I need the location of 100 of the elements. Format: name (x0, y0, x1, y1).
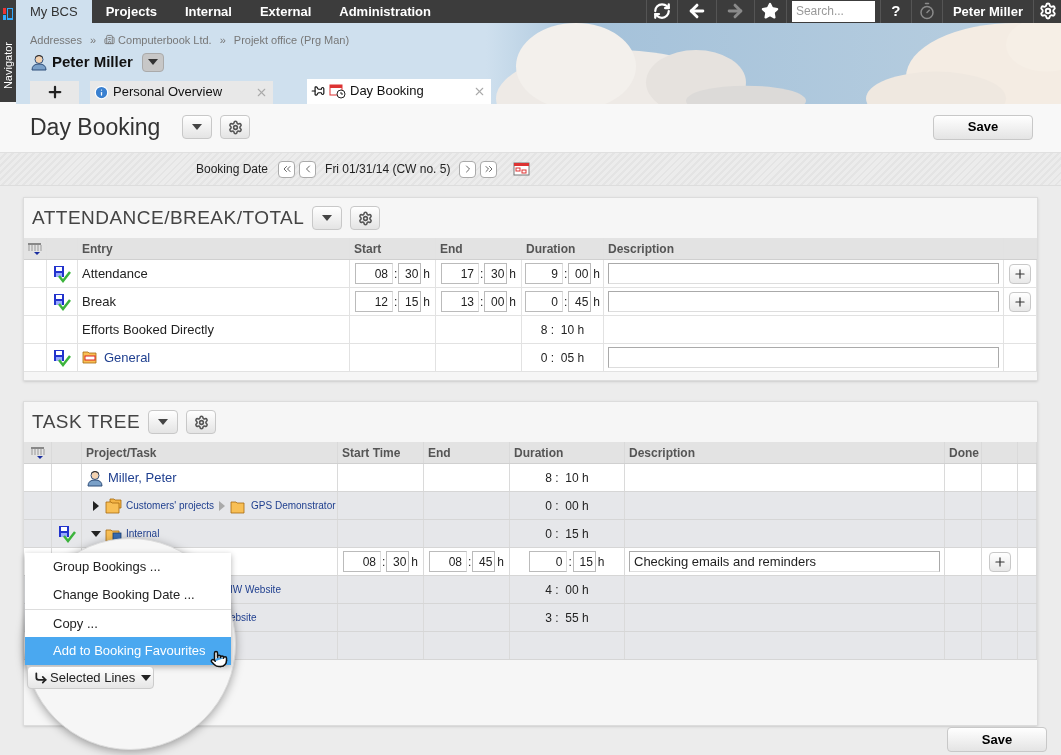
minutes-field[interactable]: 00 (568, 263, 592, 284)
table-row[interactable]: Miller, Peter 8 : 10 h (24, 464, 1037, 492)
hours-field[interactable]: 17 (441, 263, 479, 284)
plus-icon (1013, 294, 1027, 309)
minutes-field[interactable]: 00 (484, 291, 508, 312)
column-header: Project/Task (86, 444, 157, 462)
document-tab[interactable]: Personal Overview (90, 80, 273, 104)
info-icon (94, 84, 109, 100)
dropdown-button[interactable] (148, 410, 179, 434)
hours-field[interactable]: 9 (525, 263, 563, 284)
selected-lines-button[interactable]: Selected Lines (27, 666, 154, 689)
column-chooser-icon[interactable] (27, 241, 43, 256)
column-header: Description (608, 240, 674, 258)
save-check-icon (53, 348, 71, 367)
app-logo-icon (3, 8, 13, 20)
description-field[interactable] (608, 263, 999, 284)
page-title: Day Booking (30, 112, 161, 142)
save-button[interactable]: Save (947, 727, 1047, 752)
star-icon (761, 2, 780, 21)
unit-label: h (508, 293, 516, 311)
minutes-field[interactable]: 15 (572, 551, 596, 572)
description-field[interactable] (608, 347, 999, 368)
time-separator: : (468, 553, 472, 571)
duration-value: 4 : 00 h (545, 581, 589, 599)
tab-label: Personal Overview (113, 83, 223, 102)
calendar-icon[interactable] (513, 162, 531, 176)
dropdown-button[interactable] (312, 206, 343, 230)
hours-field[interactable]: 12 (355, 291, 393, 312)
caret-icon (147, 59, 158, 66)
save-check-icon (57, 524, 76, 543)
plus-icon (1013, 266, 1027, 281)
minutes-field[interactable]: 30 (386, 551, 410, 572)
help-button[interactable]: ? (879, 0, 911, 23)
panel-title: ATTENDANCE/BREAK/TOTAL (32, 205, 305, 230)
column-header: Description (629, 444, 695, 462)
minutes-field[interactable]: 30 (398, 263, 422, 284)
navigator-strip[interactable]: Navigator (0, 0, 16, 102)
add-button[interactable] (988, 551, 1011, 572)
entry-link[interactable]: General (104, 347, 151, 368)
description-field[interactable] (608, 291, 999, 312)
dropdown-button[interactable] (182, 115, 213, 139)
document-tab[interactable]: Day Booking (307, 78, 491, 104)
hours-field[interactable]: 0 (525, 291, 563, 312)
building-icon (104, 34, 116, 46)
new-tab-button[interactable] (30, 80, 79, 104)
column-header: End (440, 240, 463, 258)
hours-field[interactable]: 08 (343, 551, 381, 572)
minutes-field[interactable]: 30 (484, 263, 508, 284)
nav-tab[interactable]: External (245, 0, 326, 23)
tab-label: Day Booking (350, 82, 424, 101)
panel-title: TASK TREE (32, 409, 141, 434)
add-button[interactable] (1009, 263, 1031, 284)
project-link[interactable]: Customers' projects (126, 498, 215, 513)
column-header: Duration (526, 240, 576, 258)
unit-label: h (422, 265, 430, 283)
minutes-field[interactable]: 15 (398, 291, 422, 312)
add-button[interactable] (1009, 291, 1031, 312)
nav-tab[interactable]: Internal (171, 0, 246, 23)
table-row[interactable]: Internal 0 : 15 h (24, 520, 1037, 548)
entry-label: Break (82, 292, 116, 311)
nav-tab[interactable]: Projects (91, 0, 171, 23)
time-separator: : (564, 265, 568, 283)
column-header: Duration (514, 444, 564, 462)
duration-value: 0 : 00 h (545, 497, 589, 515)
hours-field[interactable]: 13 (441, 291, 479, 312)
hours-field[interactable]: 08 (355, 263, 393, 284)
navigator-label: Navigator (0, 42, 15, 90)
column-header: Done (949, 444, 979, 462)
time-separator: : (480, 265, 484, 283)
breadcrumb-separator: » (219, 32, 226, 48)
double-chevron-right-icon (482, 163, 495, 175)
settings-icon (227, 119, 243, 135)
project-link[interactable]: Internal (126, 526, 160, 541)
caret-icon (192, 124, 203, 130)
time-separator: : (394, 293, 398, 311)
minutes-field[interactable]: 45 (472, 551, 496, 572)
person-link[interactable]: Miller, Peter (108, 467, 177, 488)
settings-icon (193, 414, 209, 430)
search-field[interactable]: Search... (791, 0, 875, 22)
breadcrumb-link[interactable]: Computerbook Ltd. (118, 31, 212, 48)
duration-value: 0 : 05 h (540, 349, 585, 367)
caret-icon (158, 419, 169, 425)
caret-icon (322, 215, 333, 221)
nav-tab[interactable]: Administration (325, 0, 445, 23)
nav-tab[interactable]: My BCS (16, 0, 92, 23)
project-link[interactable]: IW Website (230, 584, 281, 595)
hours-field[interactable]: 0 (529, 551, 568, 572)
table-row[interactable]: Customers' projects GPS Demonstrator 0 : 00 h (24, 492, 1037, 520)
hours-field[interactable]: 08 (429, 551, 467, 572)
user-menu[interactable]: Peter Miller (941, 0, 1033, 23)
stopwatch-icon (917, 2, 936, 21)
pin-icon[interactable] (311, 84, 325, 98)
minutes-field[interactable]: 45 (568, 291, 592, 312)
duration-value: 8 : 10 h (545, 469, 589, 487)
breadcrumb-link[interactable]: Addresses (30, 31, 82, 48)
hand-cursor-icon (210, 650, 228, 668)
save-button[interactable]: Save (933, 114, 1033, 140)
project-link[interactable]: GPS Demonstrator (251, 498, 336, 513)
column-chooser-icon[interactable] (29, 445, 46, 460)
description-field[interactable]: Checking emails and reminders (629, 551, 940, 572)
